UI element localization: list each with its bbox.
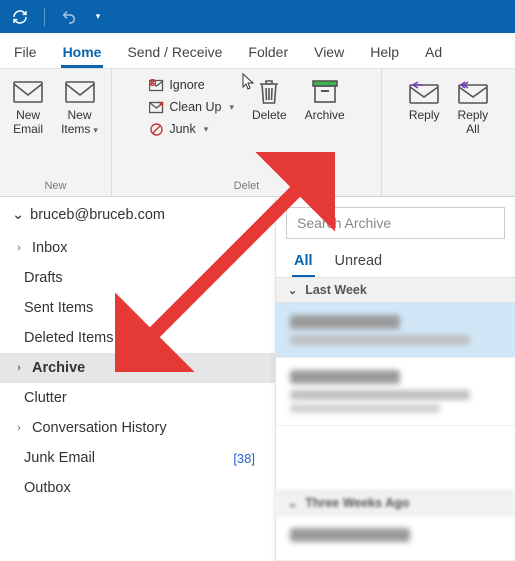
folder-label: Junk Email [24,450,95,466]
message-item[interactable] [276,358,515,426]
folder-deleted-items[interactable]: Deleted Items [0,323,275,353]
group-label-respond [392,178,505,194]
undo-icon[interactable] [59,7,79,27]
envelope-icon [65,79,95,105]
cleanup-icon [148,99,164,115]
delete-small-buttons: Ignore Clean Up▾ Junk▾ [144,75,238,139]
folder-clutter[interactable]: Clutter [0,383,275,413]
group-label-new: New [10,178,101,194]
message-item[interactable] [276,516,515,561]
folder-label: Outbox [24,480,71,496]
ribbon-group-delete: Ignore Clean Up▾ Junk▾ [112,69,382,196]
junk-icon [148,121,164,137]
reply-all-icon [458,79,488,105]
folder-label: Drafts [24,270,63,286]
folder-conversation-history[interactable]: › Conversation History [0,413,275,443]
ignore-icon [148,77,164,93]
reply-label: Reply [409,109,440,123]
reply-icon [409,79,439,105]
reply-button[interactable]: Reply [405,75,444,127]
filter-unread[interactable]: Unread [333,249,385,277]
separator [44,8,45,26]
folder-label: Deleted Items [24,330,113,346]
ribbon-tabs: File Home Send / Receive Folder View Hel… [0,33,515,69]
cursor-icon [242,73,256,96]
chevron-down-icon: ⌄ [288,497,297,510]
chevron-right-icon: › [14,422,24,434]
delete-label: Delete [252,109,287,123]
tab-home[interactable]: Home [61,38,104,68]
cleanup-button[interactable]: Clean Up▾ [144,97,238,117]
folder-pane: ⌄ bruceb@bruceb.com › Inbox Drafts Sent I… [0,197,275,561]
new-email-button[interactable]: New Email [9,75,47,141]
group-label-delete: Delet [122,178,371,194]
tab-file[interactable]: File [12,38,39,68]
folder-label: Clutter [24,390,67,406]
message-subject-blurred [290,335,470,345]
unread-count: [38] [233,451,261,466]
date-group-header[interactable]: ⌄ Last Week [276,277,515,303]
date-group-header[interactable]: ⌄ Three Weeks Ago [276,490,515,516]
qat-dropdown-icon[interactable]: ▾ [93,7,103,27]
title-bar: ▾ [0,0,515,33]
message-sender-blurred [290,528,410,542]
folder-archive[interactable]: › Archive [0,353,275,383]
trash-icon [254,79,284,105]
content-area: ⌄ bruceb@bruceb.com › Inbox Drafts Sent I… [0,197,515,561]
message-list-pane: Search Archive All Unread ⌄ Last Week ⌄ Th… [275,197,515,561]
folder-drafts[interactable]: Drafts [0,263,275,293]
message-sender-blurred [290,315,400,329]
folder-label: Inbox [32,240,67,256]
folder-label: Sent Items [24,300,93,316]
tab-addins[interactable]: Ad [423,38,444,68]
chevron-down-icon: ⌄ [12,207,24,223]
junk-button[interactable]: Junk▾ [144,119,238,139]
archive-label: Archive [305,109,345,123]
tab-view[interactable]: View [312,38,346,68]
cleanup-label: Clean Up [169,100,221,114]
tab-folder[interactable]: Folder [246,38,290,68]
filter-tabs: All Unread [276,243,515,277]
reply-all-label: Reply All [458,109,489,137]
message-item[interactable] [276,303,515,358]
chevron-right-icon: › [14,242,24,254]
folder-inbox[interactable]: › Inbox [0,233,275,263]
folder-junk-email[interactable]: Junk Email [38] [0,443,275,473]
ribbon-group-respond: Reply Reply All [382,69,515,196]
new-email-label: New Email [13,109,43,137]
chevron-right-icon: › [14,362,24,374]
ribbon: New Email New Items▾ New Ignore Clean Up… [0,69,515,197]
new-items-label: New Items▾ [61,109,98,137]
account-name: bruceb@bruceb.com [30,207,165,223]
archive-button[interactable]: Archive [301,75,349,127]
folder-outbox[interactable]: Outbox [0,473,275,503]
date-group-label: Three Weeks Ago [305,496,409,510]
ignore-button[interactable]: Ignore [144,75,238,95]
junk-label: Junk [169,122,195,136]
reply-all-button[interactable]: Reply All [454,75,493,141]
message-preview-blurred [290,404,440,413]
message-sender-blurred [290,370,400,384]
filter-all[interactable]: All [292,249,315,277]
tab-send-receive[interactable]: Send / Receive [125,38,224,68]
ribbon-group-new: New Email New Items▾ New [0,69,112,196]
new-items-button[interactable]: New Items▾ [57,75,102,141]
envelope-icon [13,79,43,105]
refresh-icon[interactable] [10,7,30,27]
date-group-label: Last Week [305,283,367,297]
folder-label: Conversation History [32,420,167,436]
folder-label: Archive [32,360,85,376]
message-subject-blurred [290,390,470,400]
folder-sent-items[interactable]: Sent Items [0,293,275,323]
tab-help[interactable]: Help [368,38,401,68]
chevron-down-icon: ⌄ [288,284,297,297]
account-header[interactable]: ⌄ bruceb@bruceb.com [0,197,275,233]
archive-icon [310,79,340,105]
ignore-label: Ignore [169,78,204,92]
search-input[interactable]: Search Archive [286,207,505,239]
